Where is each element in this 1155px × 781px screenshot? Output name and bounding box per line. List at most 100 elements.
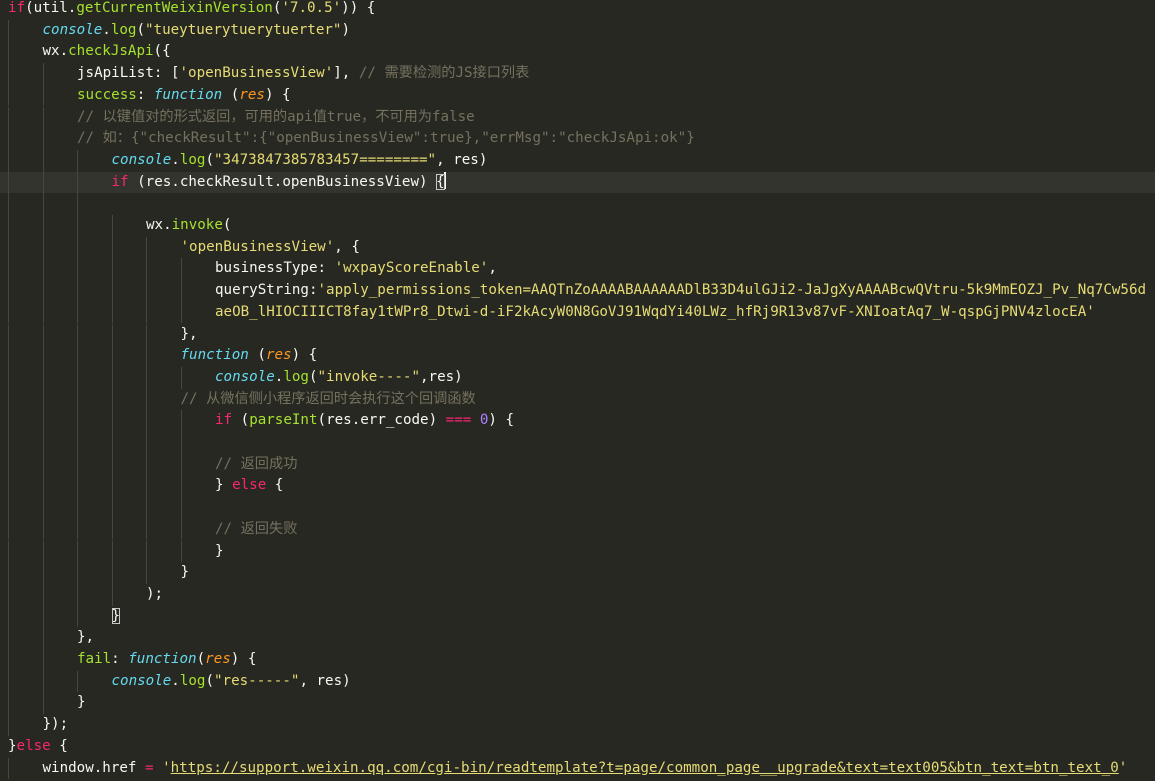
indent-guide (111, 280, 113, 302)
url-link-token[interactable]: https://support.weixin.qq.com/cgi-bin/re… (171, 760, 1119, 776)
code-line[interactable]: // 如：{"checkResult":{"openBusinessView":… (0, 128, 1155, 150)
code-line[interactable]: } (0, 605, 1155, 628)
code-line[interactable]: // 返回成功 (0, 453, 1155, 476)
code-line[interactable]: // 以键值对的形式返回，可用的api值true，不可用为false (0, 106, 1155, 129)
indent-guide (8, 149, 9, 172)
string-literal-token: ' (162, 759, 171, 776)
code-line[interactable]: queryString:'apply_permissions_token=AAQ… (0, 280, 1155, 302)
code-line[interactable]: if (res.checkResult.openBusinessView) { (0, 171, 1155, 194)
indent-guide (42, 649, 44, 671)
code-text-token: }); (42, 716, 69, 733)
indent-guide (77, 215, 78, 237)
code-line[interactable] (0, 432, 1155, 454)
code-line[interactable]: function (res) { (0, 345, 1155, 367)
code-text-token: ( (222, 86, 240, 103)
indent-guide (111, 453, 113, 476)
indent-guide (8, 518, 9, 541)
indent-guide (180, 410, 182, 432)
indent-guide (42, 149, 44, 172)
code-text-token: } (77, 694, 86, 711)
code-text-token: jsApiList: [ (77, 65, 180, 82)
builtin-token: console (111, 151, 172, 168)
function-name-token: invoke (171, 217, 223, 233)
code-line[interactable]: jsApiList: ['openBusinessView'], // 需要检测… (0, 63, 1155, 85)
code-content: console.log("3473847385783457========", … (112, 150, 488, 172)
code-line[interactable]: wx.invoke( (0, 215, 1155, 237)
code-content: businessType: 'wxpayScoreEnable', (215, 258, 497, 280)
code-line[interactable]: businessType: 'wxpayScoreEnable', (0, 258, 1155, 281)
code-text-token: ( (205, 151, 215, 168)
code-line[interactable]: if(util.getCurrentWeixinVersion('7.0.5')… (0, 0, 1155, 20)
code-line[interactable]: }else { (0, 736, 1155, 758)
keyword-token: else (16, 737, 51, 754)
code-line[interactable]: console.log("invoke----",res) (0, 366, 1155, 389)
code-line[interactable]: }, (0, 323, 1155, 346)
code-content: function (res) { (181, 345, 318, 367)
indent-guide (42, 193, 44, 215)
string-literal-token: 'openBusinessView' (180, 238, 335, 255)
indent-guide (77, 475, 78, 498)
indent-guide (8, 345, 9, 367)
code-text-token: } (8, 737, 17, 754)
indent-guide (77, 149, 78, 172)
builtin-token: console (215, 368, 275, 385)
code-content: } (215, 541, 224, 563)
code-text-token: { (266, 477, 284, 494)
code-line[interactable]: } (0, 540, 1155, 563)
code-line[interactable]: }, (0, 627, 1155, 649)
function-name-token: log (179, 672, 206, 689)
code-line[interactable]: // 从微信侧小程序返回时会执行这个回调函数 (0, 388, 1155, 411)
indent-guide (8, 453, 9, 476)
code-line[interactable]: }); (0, 714, 1155, 736)
code-line[interactable]: } (0, 562, 1155, 584)
code-line[interactable]: console.log("res-----", res) (0, 670, 1155, 693)
indent-guide (42, 345, 44, 367)
code-line[interactable]: aeOB_lHIOCIIICT8fay1tWPr8_Dtwi-d-iF2kAcy… (0, 301, 1155, 324)
indent-guide (111, 366, 113, 389)
code-line[interactable] (0, 193, 1155, 215)
indent-guide (42, 605, 44, 628)
code-line[interactable]: } (0, 692, 1155, 715)
indent-guide (180, 540, 182, 563)
code-text-token: ( (232, 412, 250, 429)
indent-guide (180, 301, 182, 324)
keyword-token: else (232, 477, 267, 494)
code-line[interactable]: fail: function(res) { (0, 649, 1155, 671)
indent-guide (42, 627, 44, 649)
indent-guide (42, 171, 44, 194)
indent-guide (42, 323, 44, 346)
indent-guide (42, 410, 44, 432)
code-text-token: queryString: (215, 282, 318, 299)
indent-guide (8, 171, 9, 194)
indent-guide (180, 453, 182, 476)
code-line[interactable]: 'openBusinessView', { (0, 236, 1155, 259)
code-content: } (77, 692, 86, 714)
indent-guide (8, 258, 9, 281)
code-line[interactable]: console.log("3473847385783457========", … (0, 149, 1155, 172)
indent-guide (146, 432, 147, 454)
indent-guide (111, 497, 113, 519)
indent-guide (77, 236, 78, 259)
indent-guide (8, 366, 9, 389)
indent-guide (8, 540, 9, 563)
code-line[interactable]: } else { (0, 475, 1155, 498)
code-line[interactable]: ); (0, 583, 1155, 606)
indent-guide (77, 388, 78, 411)
code-editor[interactable]: if(util.getCurrentWeixinVersion('7.0.5')… (0, 0, 1155, 781)
indent-guide (180, 280, 182, 302)
code-line[interactable]: success: function (res) { (0, 84, 1155, 107)
code-line[interactable]: console.log("tueytuerytuerytuerter") (0, 19, 1155, 42)
code-line[interactable]: if (parseInt(res.err_code) === 0) { (0, 410, 1155, 432)
indent-guide (8, 692, 9, 715)
code-text-token: , (488, 260, 497, 277)
code-line[interactable]: window.href = 'https://support.weixin.qq… (0, 757, 1155, 780)
code-line[interactable]: wx.checkJsApi({ (0, 41, 1155, 64)
code-content: // 以键值对的形式返回，可用的api值true，不可用为false (77, 107, 475, 129)
indent-guide (42, 236, 44, 259)
indent-guide (42, 258, 44, 281)
code-line[interactable]: // 返回失败 (0, 518, 1155, 541)
indent-guide (42, 540, 44, 563)
indent-guide (146, 301, 147, 324)
string-literal-token: 'apply_permissions_token=AAQTnZoAAAABAAA… (317, 282, 1147, 299)
code-line[interactable] (0, 497, 1155, 519)
